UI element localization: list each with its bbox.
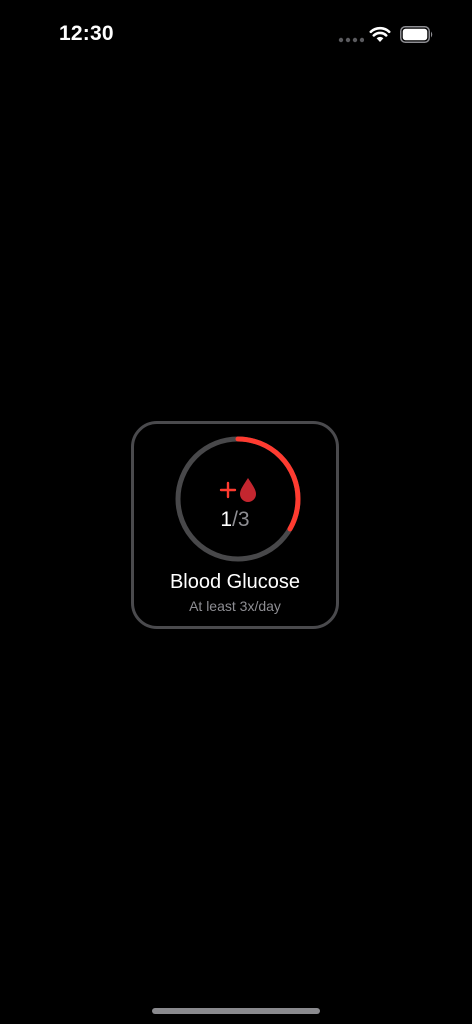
status-bar: 12:30 [0,0,472,70]
progress-count: 1/3 [134,508,336,532]
blood-glucose-widget[interactable]: 1/3 Blood Glucose At least 3x/day [131,421,339,629]
home-indicator[interactable] [152,1008,320,1014]
count-current: 1 [220,508,233,531]
wifi-icon [369,26,391,42]
plus-blood-drop-icon [219,478,256,502]
cellular-signal-icon [338,37,364,43]
widget-subtitle: At least 3x/day [189,598,281,614]
battery-icon [400,26,433,43]
count-target: 3 [237,508,250,531]
widget-title: Blood Glucose [169,571,301,593]
status-time: 12:30 [59,22,114,45]
